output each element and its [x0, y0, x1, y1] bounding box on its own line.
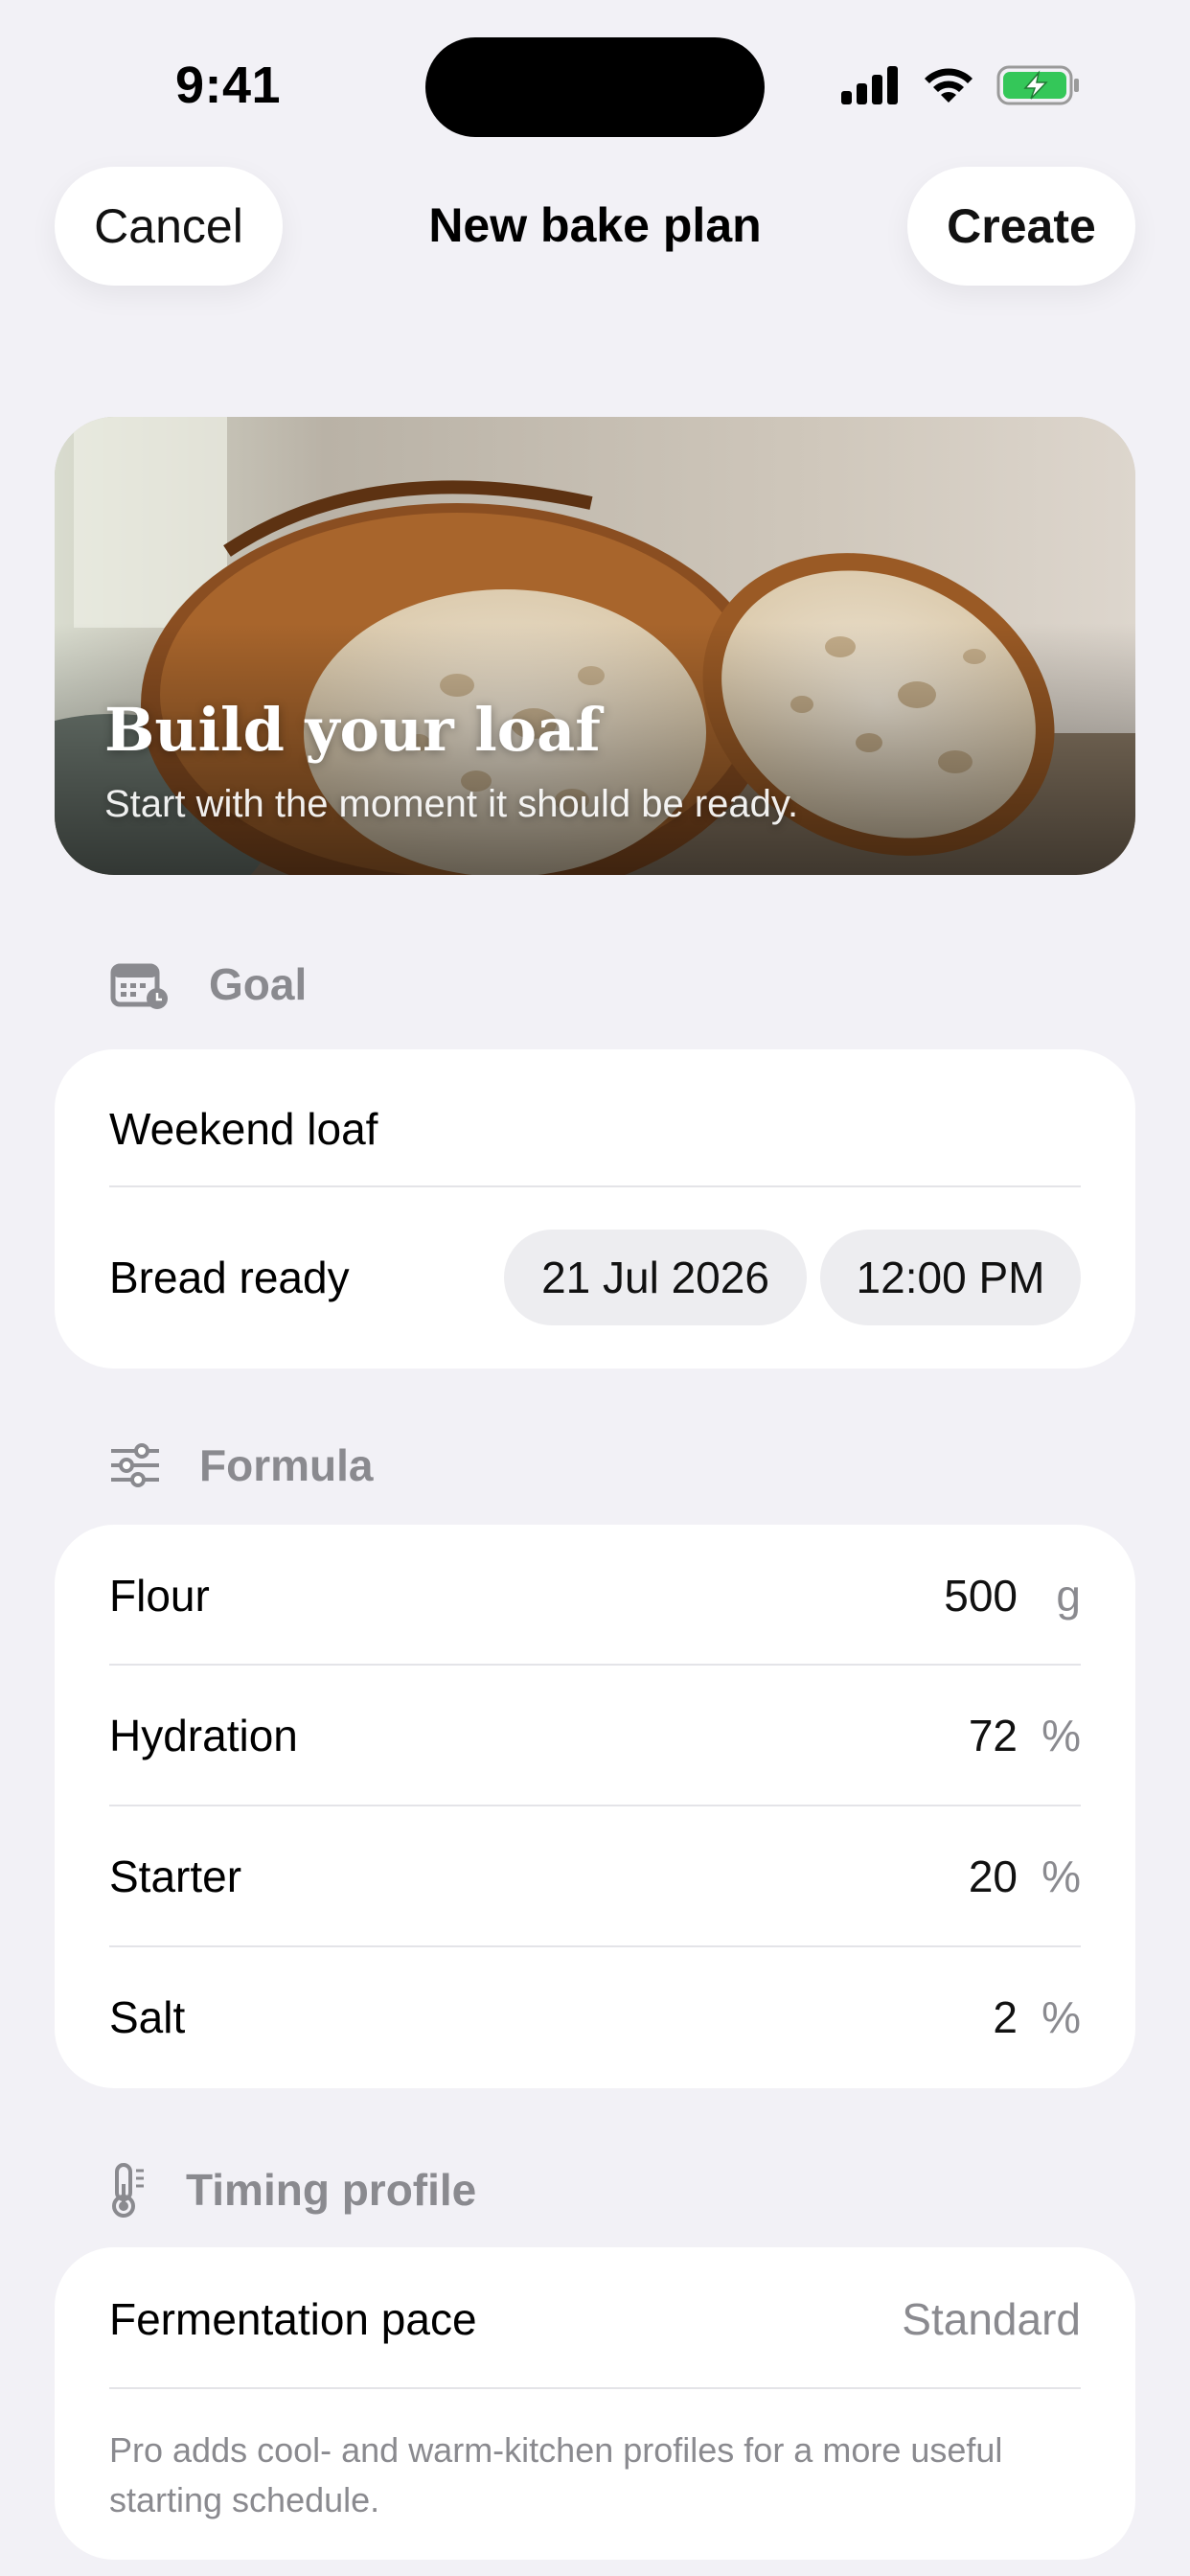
divider [109, 1664, 1081, 1666]
formula-section-header: Formula [109, 1439, 373, 1491]
unit-label: g [1056, 1571, 1081, 1621]
thermometer-icon [112, 2163, 144, 2218]
formula-row-starter[interactable]: Starter 20% [109, 1844, 1081, 1909]
hero-banner: Build your loaf Start with the moment it… [55, 417, 1135, 875]
formula-row-flour[interactable]: Flour 500 g [109, 1563, 1081, 1628]
fermentation-pace-label: Fermentation pace [109, 2294, 477, 2344]
divider [109, 1805, 1081, 1806]
goal-section-label: Goal [209, 959, 308, 1009]
bake-plan-screen: 9:41 Cancel New bake plan Create Build y… [0, 0, 1190, 2576]
formula-label: Hydration [109, 1711, 298, 1760]
formula-row-salt[interactable]: Salt 2% [109, 1985, 1081, 2050]
time-picker[interactable]: 12:00 PM [820, 1230, 1081, 1325]
calendar-clock-icon [110, 963, 168, 1009]
bread-ready-label: Bread ready [109, 1253, 350, 1302]
formula-section-label: Formula [199, 1440, 374, 1490]
status-icons [841, 65, 1081, 105]
fermentation-pace-value: Standard [902, 2294, 1081, 2344]
unit-label: % [1041, 1992, 1081, 2042]
wifi-icon [925, 68, 973, 103]
unit-label: % [1041, 1852, 1081, 1901]
plan-name-value: Weekend loaf [109, 1104, 378, 1154]
goal-section-header: Goal [109, 958, 307, 1010]
formula-label: Starter [109, 1852, 242, 1901]
goal-card: Weekend loaf Bread ready 21 Jul 2026 12:… [55, 1049, 1135, 1368]
timing-section-label: Timing profile [186, 2165, 477, 2215]
plan-name-field[interactable]: Weekend loaf [109, 1095, 1081, 1162]
battery-charging-icon [996, 65, 1079, 105]
bread-ready-row: Bread ready 21 Jul 2026 12:00 PM [109, 1230, 1081, 1325]
formula-row-hydration[interactable]: Hydration 72% [109, 1703, 1081, 1768]
status-time: 9:41 [175, 57, 282, 114]
date-picker[interactable]: 21 Jul 2026 [504, 1230, 807, 1325]
timing-card: Fermentation pace Standard Pro adds cool… [55, 2247, 1135, 2560]
formula-label: Salt [109, 1992, 186, 2042]
fermentation-pace-row[interactable]: Fermentation pace Standard [109, 2286, 1081, 2353]
flour-value-input[interactable]: 500 [944, 1570, 1018, 1622]
salt-value-input[interactable]: 2 [993, 1991, 1018, 2043]
sliders-icon [111, 1443, 159, 1487]
pro-upsell-footnote: Pro adds cool- and warm-kitchen profiles… [109, 2430, 1003, 2519]
unit-label: % [1041, 1711, 1081, 1760]
timing-section-header: Timing profile [109, 2161, 476, 2219]
hero-subtitle: Start with the moment it should be ready… [104, 783, 799, 825]
divider [109, 2387, 1081, 2389]
dynamic-island [425, 37, 765, 137]
hydration-value-input[interactable]: 72 [969, 1710, 1018, 1761]
hero-title: Build your loaf [104, 695, 601, 765]
starter-value-input[interactable]: 20 [969, 1851, 1018, 1902]
divider [109, 1945, 1081, 1947]
cellular-signal-icon [841, 66, 898, 104]
create-button[interactable]: Create [907, 167, 1135, 286]
divider [109, 1185, 1081, 1187]
formula-label: Flour [109, 1571, 210, 1621]
formula-card: Flour 500 g Hydration 72% Starter 20% Sal… [55, 1525, 1135, 2088]
